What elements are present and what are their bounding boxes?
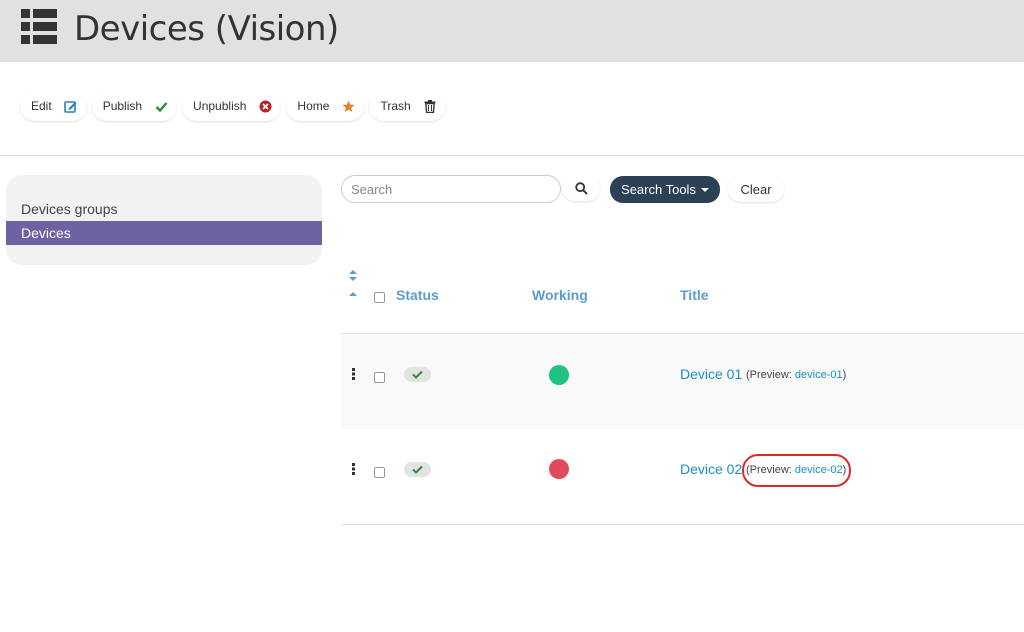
drag-handle-icon[interactable]	[352, 368, 356, 380]
trash-label: Trash	[380, 99, 411, 113]
preview-note: (Preview: device-01)	[746, 369, 846, 381]
unpublish-button[interactable]: Unpublish	[182, 91, 282, 121]
publish-label: Publish	[102, 99, 143, 113]
column-header-title[interactable]: Title	[680, 287, 709, 303]
status-toggle[interactable]	[404, 367, 431, 382]
home-label: Home	[297, 99, 330, 113]
device-title-link[interactable]: Device 02	[680, 461, 742, 477]
divider	[0, 155, 1024, 156]
drag-handle-icon[interactable]	[352, 463, 356, 475]
search-icon	[574, 181, 588, 195]
toolbar: Edit Publish Unpublish Home Trash	[20, 91, 451, 121]
unpublish-label: Unpublish	[193, 99, 247, 113]
working-indicator	[549, 459, 569, 479]
search-button[interactable]	[562, 175, 600, 201]
list-icon	[21, 9, 57, 44]
preview-alias-link[interactable]: device-01	[795, 369, 843, 381]
preview-prefix: (Preview:	[746, 369, 795, 381]
sort-icon[interactable]	[347, 269, 359, 299]
search-tools-button[interactable]: Search Tools	[610, 176, 720, 203]
edit-label: Edit	[31, 99, 52, 113]
check-icon	[154, 99, 168, 113]
clear-button[interactable]: Clear	[728, 176, 784, 202]
row-checkbox[interactable]	[374, 372, 385, 383]
check-icon	[412, 370, 423, 379]
status-toggle[interactable]	[404, 462, 431, 477]
check-icon	[412, 465, 423, 474]
preview-suffix: )	[842, 369, 847, 381]
sidebar-item-devices-groups[interactable]: Devices groups	[6, 197, 322, 221]
sidebar-item-devices[interactable]: Devices	[6, 221, 322, 245]
select-all-checkbox[interactable]	[374, 292, 385, 303]
page-title: Devices (Vision)	[74, 9, 339, 49]
search-input[interactable]	[341, 175, 561, 203]
working-indicator	[549, 365, 569, 385]
publish-button[interactable]: Publish	[91, 91, 178, 121]
caret-down-icon	[700, 187, 709, 192]
trash-button[interactable]: Trash	[369, 91, 446, 121]
sidebar: Devices groups Devices	[6, 175, 322, 265]
table-row: Device 01 (Preview: device-01)	[341, 333, 1024, 429]
page-header: Devices (Vision)	[0, 0, 1024, 62]
search-tools-label: Search Tools	[621, 182, 696, 197]
edit-button[interactable]: Edit	[20, 91, 87, 121]
device-title-link[interactable]: Device 01	[680, 366, 742, 382]
highlight-ring	[742, 454, 851, 487]
column-header-status[interactable]: Status	[396, 287, 439, 303]
star-icon	[341, 99, 355, 113]
edit-icon	[64, 99, 78, 113]
table-row: Device 02 (Preview: device-02)	[341, 429, 1024, 525]
home-button[interactable]: Home	[286, 91, 365, 121]
times-circle-icon	[258, 99, 272, 113]
trash-icon	[423, 99, 437, 113]
row-checkbox[interactable]	[374, 467, 385, 478]
column-header-working[interactable]: Working	[532, 287, 588, 303]
